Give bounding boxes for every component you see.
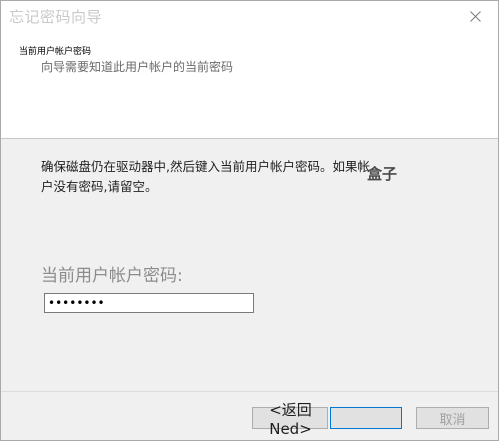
header-panel: 当前用户帐户密码 向导需要知道此用户帐户的当前密码 xyxy=(1,32,498,139)
window-title: 忘记密码向导 xyxy=(9,8,103,26)
password-input[interactable] xyxy=(44,293,254,313)
title-bar: 忘记密码向导 xyxy=(1,1,498,32)
password-label: 当前用户帐户密码: xyxy=(41,266,183,286)
close-button[interactable] xyxy=(452,1,498,31)
page-subheading: 向导需要知道此用户帐户的当前密码 xyxy=(41,60,234,74)
watermark-text: 盒子 xyxy=(367,165,398,183)
next-button[interactable] xyxy=(330,407,402,429)
close-icon xyxy=(469,7,481,26)
instructions-text: 确保磁盘仍在驱动器中,然后键入当前用户帐户密码。如果帐户没有密码,请留空。 xyxy=(41,159,370,194)
back-button[interactable]: <返回Ned> xyxy=(252,401,328,438)
footer-divider xyxy=(1,391,498,392)
page-heading: 当前用户帐户密码 xyxy=(19,47,92,57)
cancel-button[interactable]: 取消 xyxy=(416,407,489,429)
wizard-window: 忘记密码向导 当前用户帐户密码 向导需要知道此用户帐户的当前密码 确保磁盘仍在驱… xyxy=(0,0,499,441)
